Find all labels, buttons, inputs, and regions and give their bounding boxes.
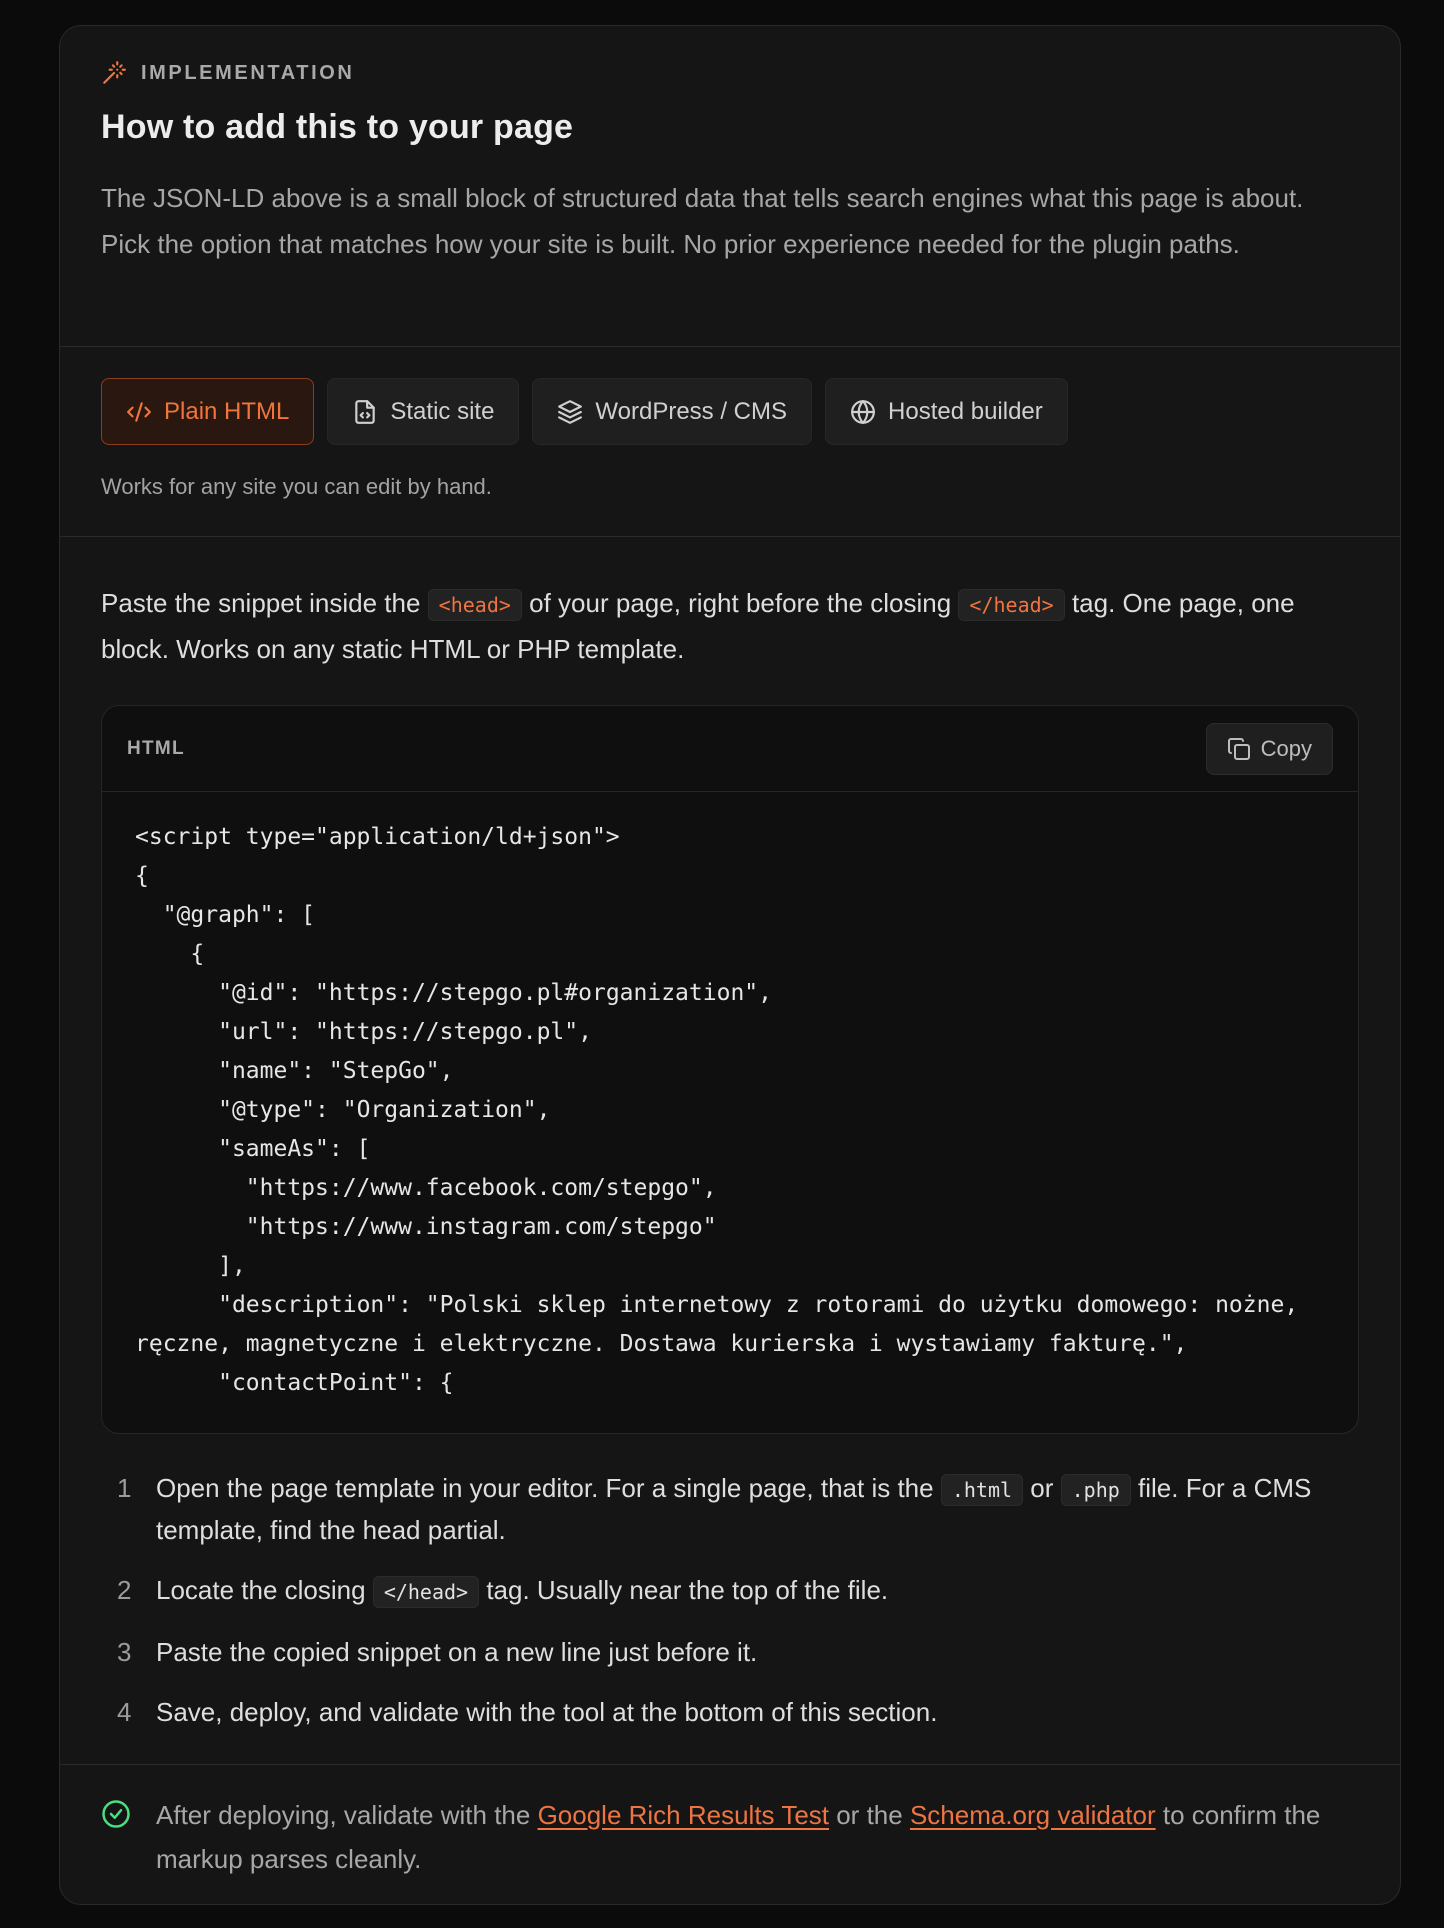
google-rich-results-link[interactable]: Google Rich Results Test <box>538 1800 829 1830</box>
file-code-icon <box>355 399 376 424</box>
tab-wordpress-cms[interactable]: WordPress / CMS <box>532 378 813 445</box>
step-text-part: Locate the closing <box>156 1575 373 1605</box>
code-icon <box>127 401 151 422</box>
step-text-part: Open the page template in your editor. F… <box>156 1473 941 1503</box>
step-number: 2 <box>117 1575 132 1605</box>
instructions-part: of your page, right before the closing <box>521 588 959 618</box>
intro-text: The JSON-LD above is a small block of st… <box>101 183 1304 259</box>
inline-code: </head> <box>958 589 1065 621</box>
inline-code: .php <box>1060 1474 1131 1506</box>
inline-code: </head> <box>372 1576 480 1608</box>
tab-content: Paste the snippet inside the <head> of y… <box>60 537 1400 1732</box>
list-item: 4 Save, deploy, and validate with the to… <box>101 1692 1359 1732</box>
validation-text-part: or the <box>829 1800 910 1830</box>
validation-note: After deploying, validate with the Googl… <box>60 1764 1400 1904</box>
tab-plain-html[interactable]: Plain HTML <box>101 378 315 445</box>
step-text-part: or <box>1023 1473 1061 1503</box>
schema-validator-link[interactable]: Schema.org validator <box>910 1800 1156 1830</box>
step-text-part: tag. Usually near the top of the file. <box>479 1575 889 1605</box>
tab-label: Plain HTML <box>164 397 290 425</box>
step-text: Paste the copied snippet on a new line j… <box>156 1637 758 1667</box>
validation-text-part: After deploying, validate with the <box>156 1800 538 1830</box>
layers-icon <box>558 399 583 424</box>
copy-button[interactable]: Copy <box>1205 722 1333 775</box>
tab-label: Static site <box>390 397 495 425</box>
step-number: 3 <box>117 1637 132 1667</box>
card-header: IMPLEMENTATION How to add this to your p… <box>60 26 1400 347</box>
list-item: 3 Paste the copied snippet on a new line… <box>101 1632 1359 1672</box>
tab-label: Hosted builder <box>888 397 1043 425</box>
inline-code: .html <box>940 1474 1024 1506</box>
platform-tabs-section: Plain HTML Static site WordPress / CMS H… <box>60 347 1400 537</box>
instructions-part: Paste the snippet inside the <box>101 588 428 618</box>
list-item: 1 Open the page template in your editor.… <box>101 1468 1359 1550</box>
magic-wand-icon <box>101 60 127 86</box>
check-circle-icon <box>102 1800 130 1828</box>
step-text: Save, deploy, and validate with the tool… <box>156 1697 938 1727</box>
tab-hosted-builder[interactable]: Hosted builder <box>825 378 1068 445</box>
validation-text: After deploying, validate with the Googl… <box>156 1793 1359 1904</box>
instructions-text: Paste the snippet inside the <head> of y… <box>101 581 1359 671</box>
eyebrow-label: IMPLEMENTATION <box>141 61 355 84</box>
list-item: 2 Locate the closing </head> tag. Usuall… <box>101 1570 1359 1612</box>
tab-static-site[interactable]: Static site <box>327 378 520 445</box>
step-number: 1 <box>117 1473 132 1503</box>
step-text: Locate the closing </head> tag. Usually … <box>156 1570 1359 1612</box>
globe-icon <box>851 399 875 424</box>
tab-description: Works for any site you can edit by hand. <box>101 474 492 499</box>
tab-label: WordPress / CMS <box>595 397 788 425</box>
code-content[interactable]: <script type="application/ld+json"> { "@… <box>102 792 1358 1403</box>
step-text: Open the page template in your editor. F… <box>156 1468 1359 1550</box>
step-number: 4 <box>117 1697 132 1727</box>
code-block-header: HTML Copy <box>102 706 1358 792</box>
section-title: How to add this to your page <box>101 108 574 146</box>
platform-tabs: Plain HTML Static site WordPress / CMS H… <box>101 378 1359 445</box>
code-block: HTML Copy <script type="application/ld+j… <box>101 705 1359 1434</box>
copy-icon <box>1227 737 1250 760</box>
code-language-label: HTML <box>127 737 185 759</box>
implementation-card: IMPLEMENTATION How to add this to your p… <box>59 25 1401 1905</box>
inline-code: <head> <box>427 589 522 621</box>
eyebrow: IMPLEMENTATION <box>101 60 1359 86</box>
copy-label: Copy <box>1260 735 1312 761</box>
steps-list: 1 Open the page template in your editor.… <box>101 1468 1359 1732</box>
